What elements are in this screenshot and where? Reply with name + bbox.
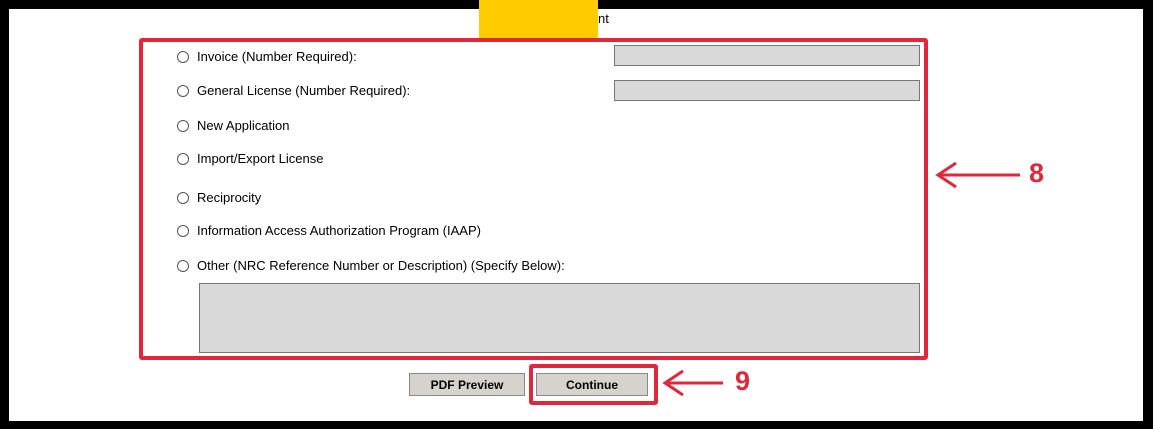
page-title-fragment: nt [598,11,609,26]
pdf-preview-button[interactable]: PDF Preview [409,373,525,396]
continue-highlight-box [529,364,658,405]
callout-number-9: 9 [735,366,751,396]
arrow-left-icon [935,161,1020,189]
arrow-left-icon [662,369,723,397]
callout-number-8: 8 [1029,158,1045,188]
redaction-tab [479,0,598,38]
options-highlight-box [139,38,928,360]
bottom-border [9,421,1143,423]
